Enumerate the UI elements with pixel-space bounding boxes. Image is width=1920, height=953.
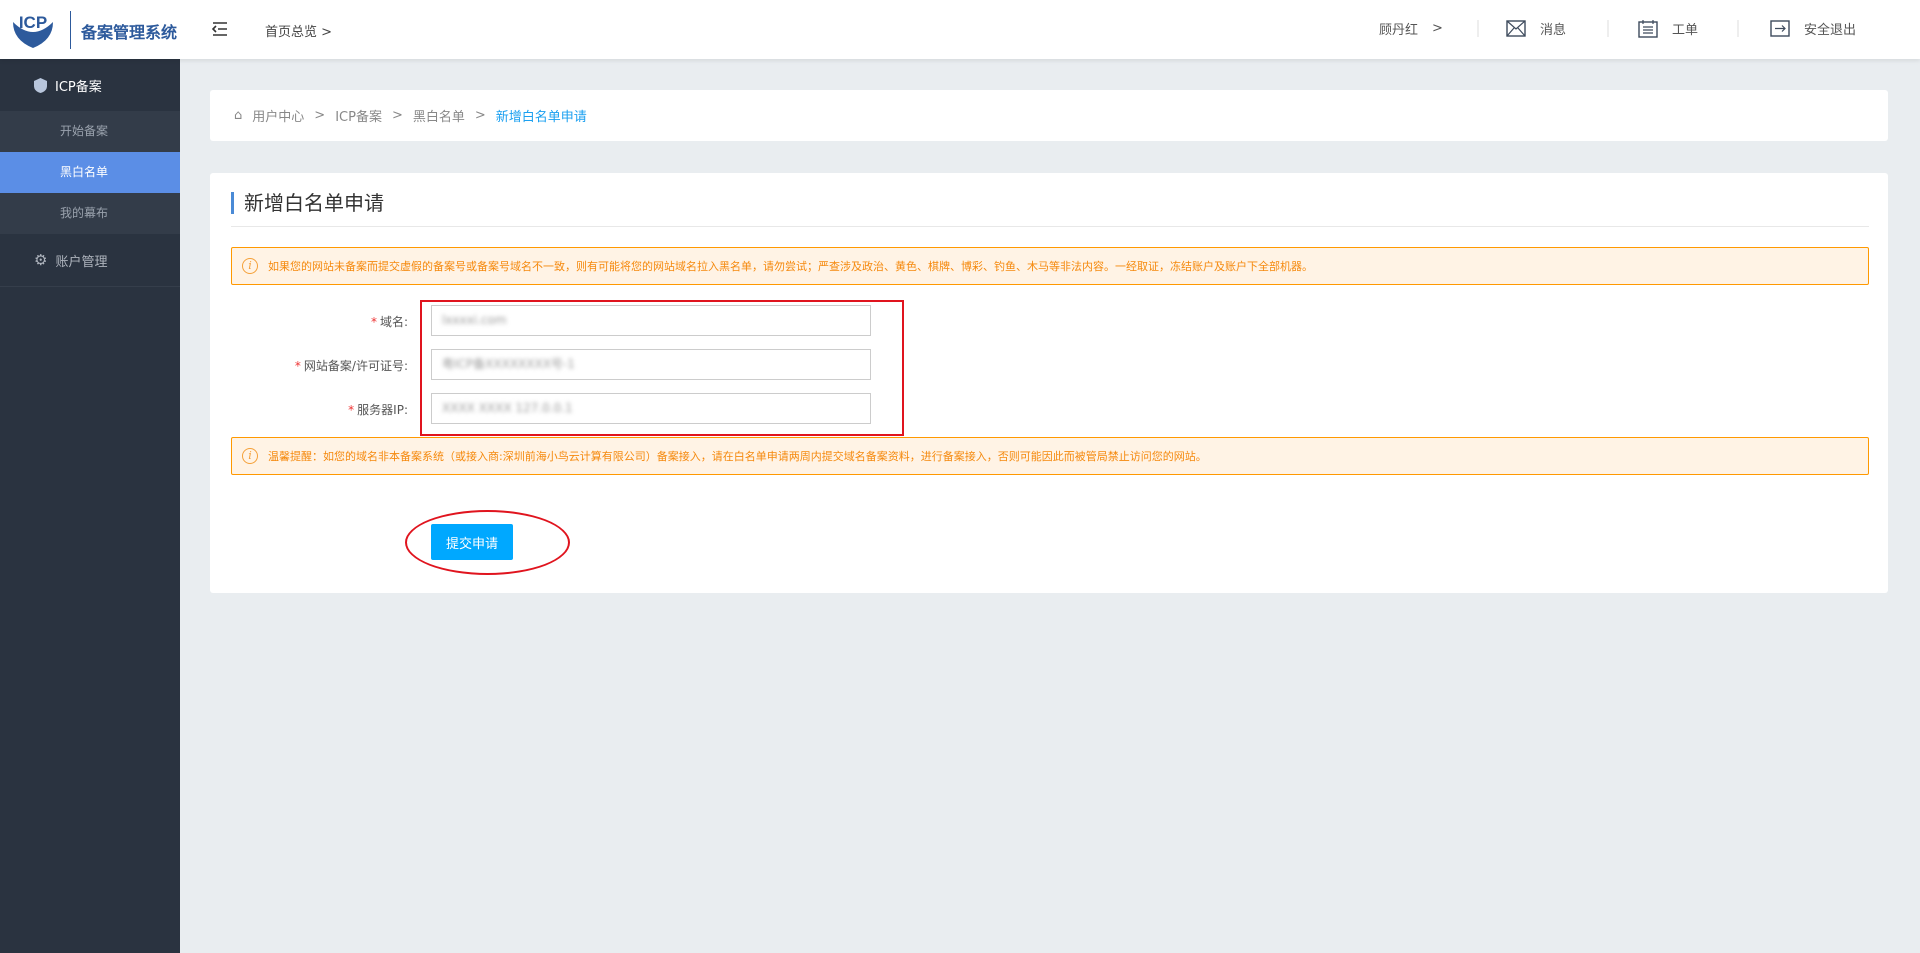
logout-label: 安全退出 xyxy=(1804,23,1857,38)
required-star: * xyxy=(370,315,377,329)
sidebar-group-label: ICP备案 xyxy=(55,79,102,95)
sidebar-group-icp[interactable]: ICP备案 xyxy=(0,59,180,111)
user-menu[interactable]: 顾丹红 > xyxy=(1379,19,1443,38)
warning-alert: i 如果您的网站未备案而提交虚假的备案号或备案号域名不一致，则有可能将您的网站域名… xyxy=(231,247,1869,285)
breadcrumb-separator: > xyxy=(474,108,486,123)
license-value: 粤ICP备XXXXXXXX号-1 xyxy=(442,357,575,371)
domain-value: lxxxxi.com xyxy=(442,313,507,327)
page-title: 新增白名单申请 xyxy=(231,192,384,214)
domain-label: * 域名: xyxy=(210,313,408,330)
sidebar-item-my-curtain[interactable]: 我的幕布 xyxy=(0,193,180,234)
sidebar-item-blackwhite-list[interactable]: 黑白名单 xyxy=(0,152,180,193)
breadcrumb-separator: > xyxy=(314,108,326,123)
domain-input[interactable]: lxxxxi.com xyxy=(431,305,871,336)
license-number-input[interactable]: 粤ICP备XXXXXXXX号-1 xyxy=(431,349,871,380)
info-icon: i xyxy=(242,258,258,274)
sidebar-group-account[interactable]: ⚙ 账户管理 xyxy=(0,234,180,286)
envelope-icon xyxy=(1506,20,1526,37)
svg-text:ICP: ICP xyxy=(19,13,47,32)
divider xyxy=(1477,20,1479,37)
chevron-right-icon: > xyxy=(1432,21,1443,36)
logout-button[interactable]: 安全退出 xyxy=(1770,19,1856,38)
logo-divider xyxy=(70,11,71,49)
server-ip-input[interactable]: XXXX XXXX 127.0.0.1 xyxy=(431,393,871,424)
divider xyxy=(0,286,180,287)
info-icon: i xyxy=(242,448,258,464)
license-row: * 网站备案/许可证号: 粤ICP备XXXXXXXX号-1 xyxy=(210,349,890,380)
user-name: 顾丹红 xyxy=(1379,23,1419,38)
top-header: ICP 备案管理系统 首页总览 > 顾丹红 > 消息 工单 安全退出 xyxy=(0,0,1920,59)
sidebar: ICP备案 开始备案 黑白名单 我的幕布 ⚙ 账户管理 xyxy=(0,59,180,953)
shield-icon xyxy=(34,77,47,93)
breadcrumb-list[interactable]: 黑白名单 xyxy=(413,106,465,125)
server-ip-row: * 服务器IP: XXXX XXXX 127.0.0.1 xyxy=(210,393,890,424)
icp-logo: ICP xyxy=(13,13,53,48)
chevron-right-icon: > xyxy=(321,25,333,40)
tickets-button[interactable]: 工单 xyxy=(1638,19,1698,38)
menu-collapse-icon[interactable] xyxy=(212,22,228,36)
license-label: * 网站备案/许可证号: xyxy=(210,357,408,374)
home-icon: ⌂ xyxy=(234,108,243,123)
home-overview-label: 首页总览 xyxy=(265,25,318,40)
notice-alert: i 温馨提醒：如您的域名非本备案系统（或接入商:深圳前海小鸟云计算有限公司）备案接… xyxy=(231,437,1869,475)
gear-icon: ⚙ xyxy=(34,251,48,269)
divider xyxy=(1607,20,1609,37)
divider xyxy=(231,226,1869,227)
tickets-label: 工单 xyxy=(1672,23,1699,38)
server-ip-label: * 服务器IP: xyxy=(210,401,408,418)
warning-text: 如果您的网站未备案而提交虚假的备案号或备案号域名不一致，则有可能将您的网站域名拉… xyxy=(268,260,1313,273)
breadcrumb: ⌂ 用户中心 > ICP备案 > 黑白名单 > 新增白名单申请 xyxy=(210,90,1888,141)
home-overview-link[interactable]: 首页总览 > xyxy=(265,21,332,40)
messages-label: 消息 xyxy=(1540,23,1567,38)
server-ip-value: XXXX XXXX 127.0.0.1 xyxy=(442,401,573,415)
logout-icon xyxy=(1770,20,1790,37)
domain-row: * 域名: lxxxxi.com xyxy=(210,305,890,336)
license-label-text: 网站备案/许可证号: xyxy=(303,359,408,373)
domain-label-text: 域名: xyxy=(379,315,408,329)
required-star: * xyxy=(348,403,355,417)
sidebar-group-label: 账户管理 xyxy=(55,254,108,270)
breadcrumb-user-center[interactable]: 用户中心 xyxy=(252,106,304,125)
breadcrumb-current: 新增白名单申请 xyxy=(495,110,587,125)
clipboard-icon xyxy=(1638,19,1658,38)
notice-text: 温馨提醒：如您的域名非本备案系统（或接入商:深圳前海小鸟云计算有限公司）备案接入… xyxy=(268,450,1207,463)
messages-button[interactable]: 消息 xyxy=(1506,19,1566,38)
divider xyxy=(1737,20,1739,37)
system-title: 备案管理系统 xyxy=(81,23,178,42)
breadcrumb-icp[interactable]: ICP备案 xyxy=(335,106,382,125)
required-star: * xyxy=(294,359,301,373)
server-ip-label-text: 服务器IP: xyxy=(357,403,408,417)
submit-application-button[interactable]: 提交申请 xyxy=(431,524,513,560)
sidebar-item-start-filing[interactable]: 开始备案 xyxy=(0,111,180,152)
breadcrumb-separator: > xyxy=(391,108,403,123)
whitelist-form-card: 新增白名单申请 i 如果您的网站未备案而提交虚假的备案号或备案号域名不一致，则有可… xyxy=(210,173,1888,593)
